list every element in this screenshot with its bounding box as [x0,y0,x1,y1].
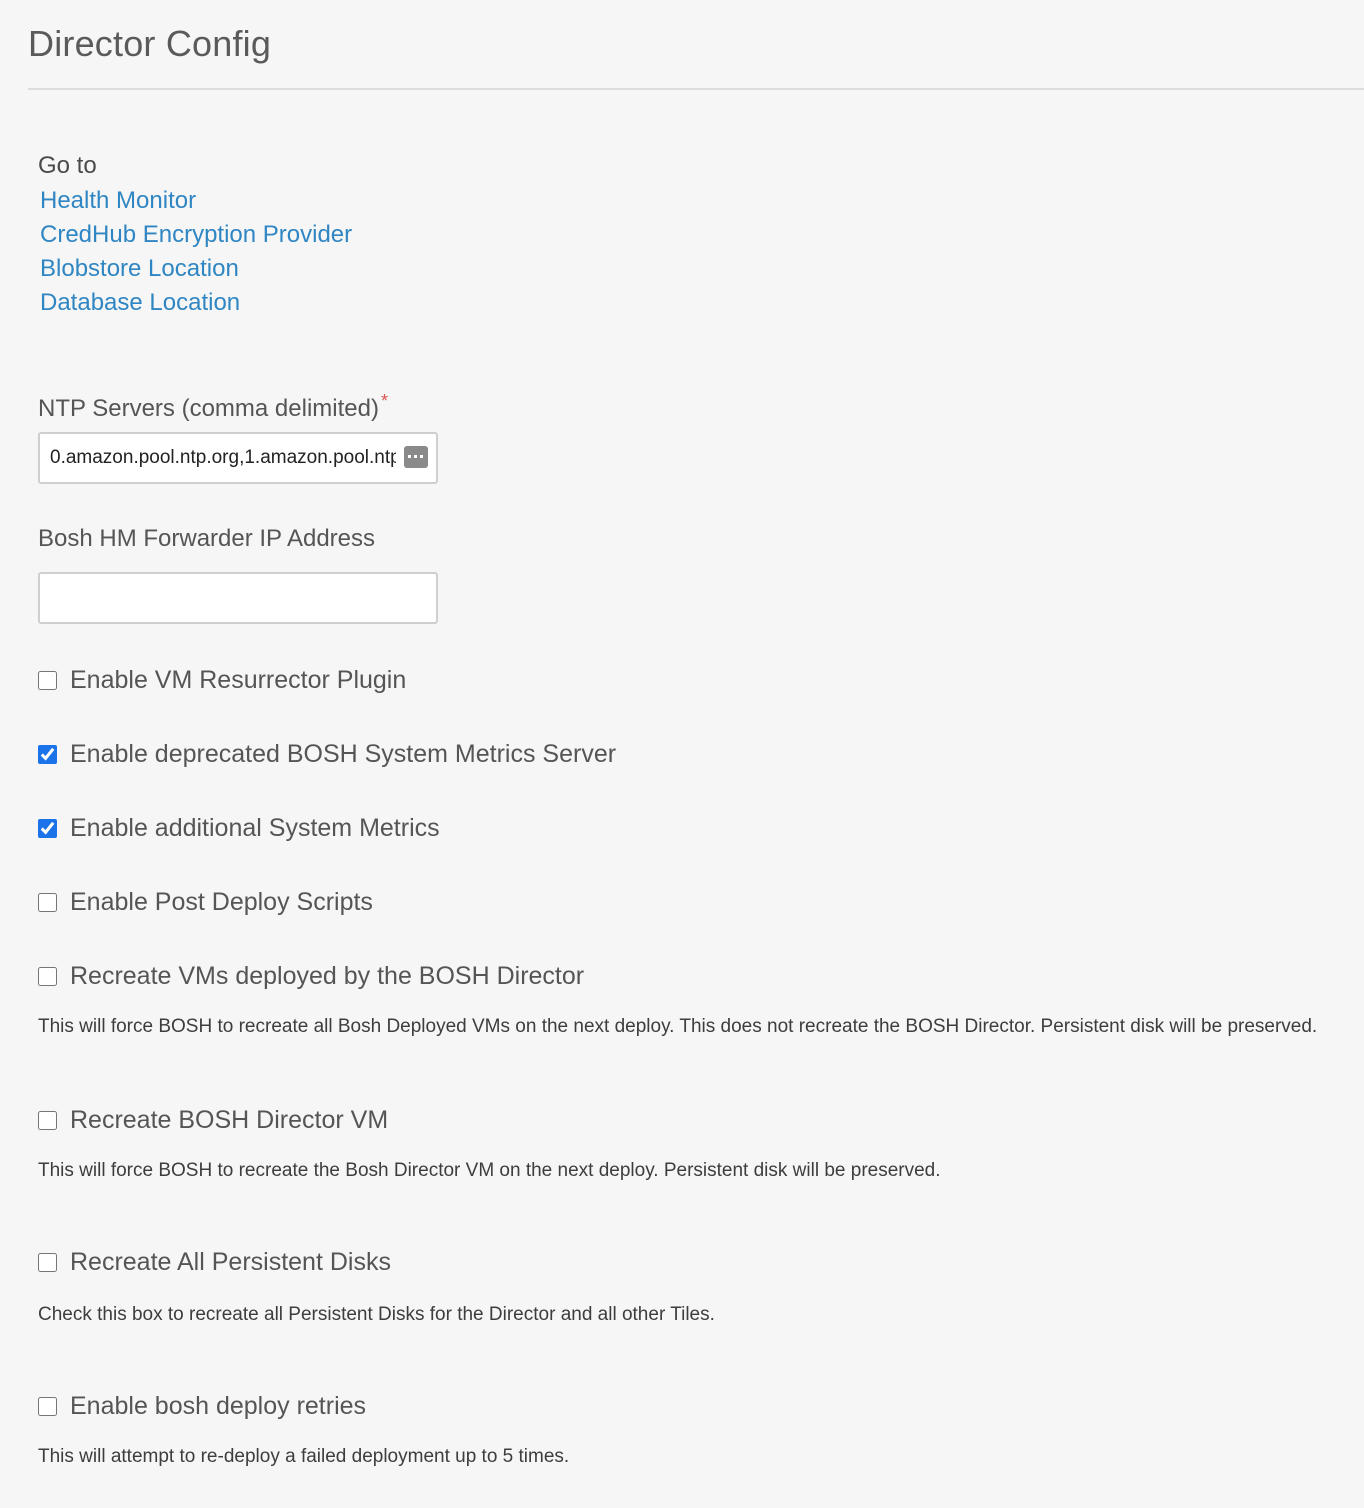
page-title: Director Config [28,23,272,64]
recreate-vms-label: Recreate VMs deployed by the BOSH Direct… [70,962,585,990]
vm-resurrector-checkbox[interactable] [38,670,57,690]
option-row-post-deploy-scripts: Enable Post Deploy Scripts [38,885,373,919]
title-divider [28,88,1364,90]
recreate-persistent-disks-label: Recreate All Persistent Disks [70,1248,391,1276]
goto-heading: Go to [38,152,97,179]
deploy-retries-checkbox[interactable] [38,1396,57,1416]
option-row-deploy-retries: Enable bosh deploy retries [38,1389,366,1423]
option-row-vm-resurrector: Enable VM Resurrector Plugin [38,663,406,697]
goto-link-health-monitor[interactable]: Health Monitor [40,187,196,214]
recreate-director-vm-checkbox[interactable] [38,1110,57,1130]
deploy-retries-label: Enable bosh deploy retries [70,1392,367,1420]
required-marker: * [380,391,388,411]
goto-nav: Go to Health Monitor CredHub Encryption … [38,150,352,320]
ntp-servers-label: NTP Servers (comma delimited) * [38,385,388,425]
recreate-persistent-disks-checkbox[interactable] [38,1252,57,1272]
option-row-additional-system-metrics: Enable additional System Metrics [38,811,440,845]
recreate-vms-checkbox[interactable] [38,966,57,986]
recreate-director-vm-help-text: This will force BOSH to recreate the Bos… [38,1160,941,1181]
goto-links: Health Monitor CredHub Encryption Provid… [38,184,352,320]
deploy-retries-help-text: This will attempt to re-deploy a failed … [38,1446,570,1467]
ntp-servers-input[interactable] [38,432,438,484]
system-metrics-server-checkbox[interactable] [38,744,57,764]
ntp-servers-field [38,432,438,484]
goto-link-credhub-encryption-provider[interactable]: CredHub Encryption Provider [40,221,352,248]
vm-resurrector-label: Enable VM Resurrector Plugin [70,666,407,694]
autofill-ellipsis-icon[interactable] [404,446,428,468]
option-row-system-metrics-server: Enable deprecated BOSH System Metrics Se… [38,737,616,771]
hm-forwarder-ip-label: Bosh HM Forwarder IP Address [38,525,376,552]
recreate-director-vm-label: Recreate BOSH Director VM [70,1106,389,1134]
option-row-recreate-director-vm: Recreate BOSH Director VM [38,1103,388,1137]
ntp-servers-label-text: NTP Servers (comma delimited) [38,395,379,422]
post-deploy-scripts-label: Enable Post Deploy Scripts [70,888,373,916]
recreate-vms-help-text: This will force BOSH to recreate all Bos… [38,1016,1318,1037]
goto-link-blobstore-location[interactable]: Blobstore Location [40,255,239,282]
hm-forwarder-ip-input[interactable] [38,572,438,624]
goto-link-database-location[interactable]: Database Location [40,289,240,316]
option-row-recreate-persistent-disks: Recreate All Persistent Disks [38,1245,391,1279]
additional-system-metrics-label: Enable additional System Metrics [70,814,440,842]
post-deploy-scripts-checkbox[interactable] [38,892,57,912]
system-metrics-server-label: Enable deprecated BOSH System Metrics Se… [70,740,617,768]
additional-system-metrics-checkbox[interactable] [38,818,57,838]
recreate-persistent-disks-help-text: Check this box to recreate all Persisten… [38,1304,715,1325]
option-row-recreate-vms: Recreate VMs deployed by the BOSH Direct… [38,959,584,993]
